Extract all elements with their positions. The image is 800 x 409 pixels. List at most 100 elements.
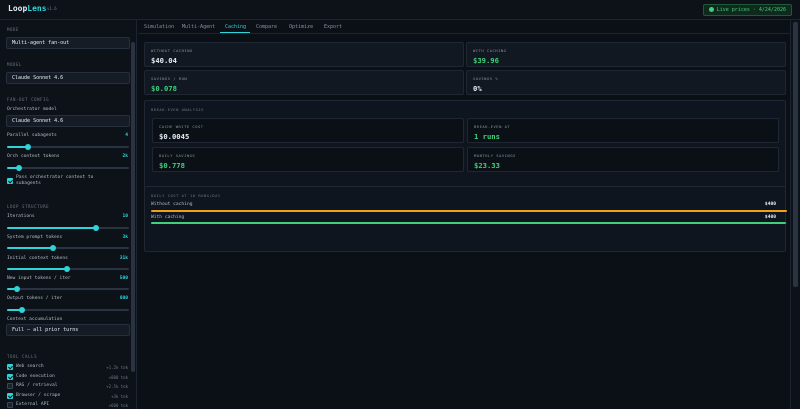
- tool-label: Browser / scrape: [16, 393, 61, 398]
- output-tokens-value: 800: [119, 296, 128, 301]
- tool-checkbox[interactable]: [7, 383, 13, 389]
- pass-context-checkbox[interactable]: [7, 178, 13, 184]
- slider-handle[interactable]: [24, 144, 31, 150]
- tool-checkbox[interactable]: [7, 364, 13, 370]
- app-root: LoopLens v1.6 Live prices · 4/24/2026 MO…: [0, 0, 800, 409]
- with-caching-label: WITH CACHING: [473, 48, 507, 53]
- daily-savings-value: $0.778: [159, 161, 185, 170]
- monthly-savings-value: $23.33: [474, 161, 500, 170]
- tool-label: Web search: [16, 364, 44, 369]
- without-caching-card: WITHOUT CACHING $40.04: [144, 42, 464, 67]
- system-prompt-label: System prompt tokens: [7, 235, 63, 240]
- parallel-subagents-slider[interactable]: [7, 144, 129, 150]
- tool-cost: +3k tok: [111, 394, 128, 399]
- pass-context-label-line2: subagents: [16, 181, 41, 186]
- tab-export[interactable]: Export: [324, 24, 342, 30]
- top-bar: LoopLens v1.6 Live prices · 4/24/2026: [0, 0, 800, 20]
- live-prices-badge: Live prices · 4/24/2026: [702, 4, 792, 16]
- savings-per-run-label: SAVINGS / RUN: [151, 76, 188, 81]
- fanout-section-title: FAN-OUT CONFIG: [7, 97, 50, 102]
- loop-section-title: LOOP STRUCTURE: [7, 204, 50, 209]
- tab-caching[interactable]: Caching: [225, 24, 246, 30]
- with-caching-bar-track: [151, 222, 787, 224]
- orchestrator-model-select[interactable]: Claude Sonnet 4.6: [6, 115, 130, 127]
- new-input-label: New input tokens / iter: [7, 276, 71, 281]
- monthly-savings-label: MONTHLY SAVINGS: [474, 153, 516, 158]
- iterations-label: Iterations: [7, 214, 35, 219]
- savings-percent-card: SAVINGS % 0%: [466, 70, 786, 95]
- tab-optimize[interactable]: Optimize: [289, 24, 313, 30]
- savings-percent-value: 0%: [473, 84, 482, 93]
- tool-cost: +2.5k tok: [106, 384, 128, 389]
- app-version: v1.6: [47, 6, 57, 11]
- tool-cost: +800 tok: [108, 375, 128, 380]
- without-caching-bar: [151, 210, 787, 212]
- main-scroll-thumb[interactable]: [793, 22, 798, 287]
- mode-section-title: MODE: [7, 27, 20, 32]
- savings-percent-label: SAVINGS %: [473, 76, 499, 81]
- parallel-subagents-value: 4: [125, 133, 128, 138]
- without-caching-value: $40.04: [151, 56, 177, 65]
- daily-cost-title: DAILY COST AT 10 RUNS/DAY: [151, 193, 221, 198]
- context-accumulation-label: Context accumulation: [7, 317, 63, 322]
- iterations-slider[interactable]: [7, 225, 129, 231]
- tab-compare[interactable]: Compare: [256, 24, 277, 30]
- daily-cost-panel: DAILY COST AT 10 RUNS/DAY Without cachin…: [144, 186, 787, 252]
- main-scrollbar[interactable]: [790, 20, 800, 409]
- sidebar-scroll-thumb[interactable]: [131, 42, 135, 372]
- logo-prefix: Loop: [8, 4, 28, 13]
- slider-handle[interactable]: [50, 245, 57, 251]
- mode-select[interactable]: Multi-agent fan-out: [6, 37, 130, 49]
- initial-context-label: Initial context tokens: [7, 256, 68, 261]
- cache-write-card: CACHE WRITE COST $0.0045: [152, 118, 464, 143]
- system-prompt-value: 3k: [122, 235, 128, 240]
- slider-handle[interactable]: [13, 286, 20, 292]
- tool-label: RAG / retrieval: [16, 383, 58, 388]
- live-dot-icon: [708, 7, 714, 12]
- slider-handle[interactable]: [93, 225, 100, 231]
- sidebar: MODE Multi-agent fan-out MODEL Claude So…: [0, 20, 137, 409]
- savings-per-run-card: SAVINGS / RUN $0.078: [144, 70, 464, 95]
- slider-handle[interactable]: [18, 307, 25, 313]
- active-tab-indicator: [220, 32, 250, 33]
- initial-context-value: 31k: [119, 256, 128, 261]
- daily-savings-label: DAILY SAVINGS: [159, 153, 196, 158]
- without-caching-bar-label: Without caching: [151, 202, 193, 207]
- break-even-at-value: 1 runs: [474, 132, 500, 141]
- model-section-title: MODEL: [7, 62, 23, 67]
- tab-simulation[interactable]: Simulation: [144, 24, 174, 30]
- new-input-value: 500: [119, 276, 128, 281]
- break-even-at-label: BREAK-EVEN AT: [474, 124, 511, 129]
- new-input-slider[interactable]: [7, 286, 129, 292]
- without-caching-label: WITHOUT CACHING: [151, 48, 193, 53]
- orchestrator-model-label: Orchestrator model: [7, 107, 57, 112]
- tools-section-title: TOOL CALLS: [7, 354, 38, 359]
- system-prompt-slider[interactable]: [7, 245, 129, 251]
- initial-context-slider[interactable]: [7, 266, 129, 272]
- app-logo: LoopLens: [8, 4, 47, 13]
- monthly-savings-card: MONTHLY SAVINGS $23.33: [467, 147, 779, 172]
- slider-handle[interactable]: [16, 165, 23, 171]
- tool-checkbox[interactable]: [7, 393, 13, 399]
- tab-multi-agent[interactable]: Multi-Agent: [182, 24, 215, 30]
- tab-bar: Simulation Multi-Agent Caching Compare O…: [138, 20, 790, 34]
- savings-per-run-value: $0.078: [151, 84, 177, 93]
- model-select[interactable]: Claude Sonnet 4.6: [6, 72, 130, 84]
- tool-cost: +1.2k tok: [106, 365, 128, 370]
- with-caching-bar-value: $400: [764, 215, 776, 220]
- slider-handle[interactable]: [63, 266, 70, 272]
- tool-checkbox[interactable]: [7, 402, 13, 408]
- break-even-card: BREAK-EVEN AT 1 runs: [467, 118, 779, 143]
- tool-label: External API: [16, 402, 50, 407]
- parallel-subagents-label: Parallel subagents: [7, 133, 57, 138]
- with-caching-card: WITH CACHING $39.96: [466, 42, 786, 67]
- tool-checkbox[interactable]: [7, 374, 13, 380]
- cache-write-label: CACHE WRITE COST: [159, 124, 204, 129]
- main-content: Simulation Multi-Agent Caching Compare O…: [138, 20, 790, 409]
- sidebar-scrollbar[interactable]: [131, 42, 136, 409]
- context-accumulation-select[interactable]: Full — all prior turns: [6, 324, 130, 336]
- orch-context-slider[interactable]: [7, 165, 129, 171]
- output-tokens-slider[interactable]: [7, 307, 129, 313]
- cache-write-value: $0.0045: [159, 132, 190, 141]
- logo-suffix: Lens: [27, 4, 47, 13]
